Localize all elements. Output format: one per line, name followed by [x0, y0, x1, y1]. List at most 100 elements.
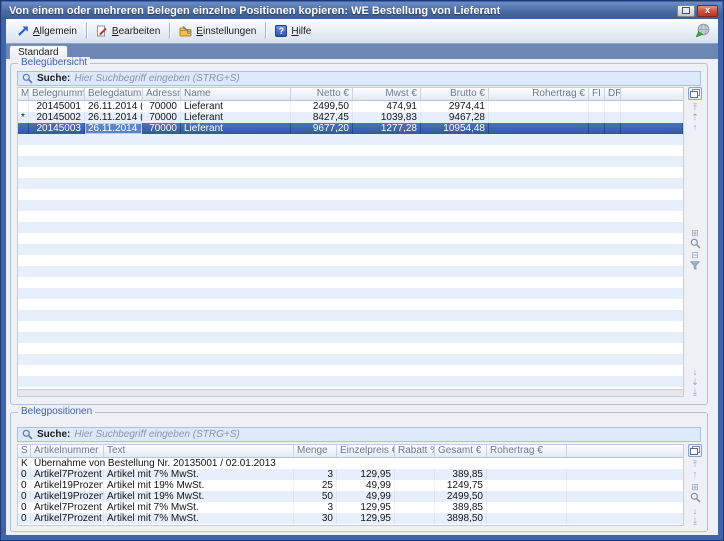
positions-header-row: S Artikelnummer Text Menge Einzelpreis €…: [18, 445, 683, 458]
col-rohertrag[interactable]: Rohertrag €: [489, 88, 589, 100]
positions-row-1[interactable]: 0 Artikel7Prozent Artikel mit 7% MwSt. 3…: [18, 469, 683, 480]
scroll-to-top-button[interactable]: ⤒: [693, 102, 697, 112]
col-gesamt[interactable]: Gesamt €: [435, 445, 487, 457]
col-rohertrag[interactable]: Rohertrag €: [487, 445, 567, 457]
cell-brutto: 2974,41: [421, 101, 489, 112]
row-up-button[interactable]: ↑: [693, 469, 698, 479]
bearbeiten-button[interactable]: Bearbeiten: [91, 23, 165, 39]
cell-rohertrag: [487, 502, 567, 513]
scroll-to-bottom-button[interactable]: ⤓: [693, 387, 697, 397]
page-up-button[interactable]: ⇡: [691, 112, 699, 122]
col-m[interactable]: M: [18, 88, 29, 100]
col-belegdatum[interactable]: Belegdatum: [85, 88, 143, 100]
overview-row-3-selected[interactable]: 20145003 26.11.2014 70000 Lieferant 9677…: [18, 123, 683, 134]
col-s[interactable]: S: [18, 445, 31, 457]
copy-grid-button[interactable]: [688, 444, 702, 457]
grid-search-button[interactable]: [690, 492, 701, 504]
cell-belegdatum: 26.11.2014 (Mi: [85, 112, 143, 123]
cell-mwst: 1039,83: [353, 112, 421, 123]
belegübersicht-group: Belegübersicht Suche: Hier Suchbegriff e…: [10, 63, 708, 405]
positions-search-input[interactable]: Suche: Hier Suchbegriff eingeben (STRG+S…: [17, 427, 701, 442]
hilfe-button[interactable]: ? Hilfe: [270, 23, 316, 39]
col-text[interactable]: Text: [104, 445, 294, 457]
window-controls: x: [677, 5, 722, 17]
col-name[interactable]: Name: [181, 88, 291, 100]
positions-row-4[interactable]: 0 Artikel7Prozent Artikel mit 7% MwSt. 3…: [18, 502, 683, 513]
positions-row-k[interactable]: K Übernahme von Bestellung Nr. 20135001 …: [18, 458, 683, 469]
overview-header-row: M Belegnumme Belegdatum Adressnumm Name …: [18, 88, 683, 101]
copy-icon: [690, 89, 701, 99]
cell-gesamt: 389,85: [435, 469, 487, 480]
col-belegnummer[interactable]: Belegnumme: [29, 88, 85, 100]
cell-dr: [605, 123, 621, 134]
row-down-button[interactable]: ↓: [693, 367, 698, 377]
title-bar: Von einem oder mehreren Belegen einzelne…: [2, 2, 722, 19]
scroll-to-bottom-button[interactable]: ⤓: [693, 516, 697, 526]
col-netto[interactable]: Netto €: [291, 88, 353, 100]
transfer-button[interactable]: [694, 22, 712, 40]
search-label: Suche:: [37, 429, 70, 440]
col-rabatt[interactable]: Rabatt %: [395, 445, 435, 457]
copy-grid-button[interactable]: [688, 87, 702, 100]
allgemein-label: Allgemein: [33, 26, 77, 37]
row-up-button[interactable]: ↑: [693, 122, 698, 132]
allgemein-button[interactable]: Allgemein: [12, 23, 82, 39]
overview-row-2[interactable]: * 20145002 26.11.2014 (Mi 70000 Lieferan…: [18, 112, 683, 123]
cell-belegnummer: 20145002: [29, 112, 85, 123]
toolbar-separator: [86, 23, 87, 39]
col-einzelpreis[interactable]: Einzelpreis €: [337, 445, 395, 457]
row-down-button[interactable]: ↓: [693, 506, 698, 516]
cell-fi: [589, 112, 605, 123]
cell-rohertrag: [489, 112, 589, 123]
page-down-button[interactable]: ⇣: [691, 377, 699, 387]
overview-row-1[interactable]: 20145001 26.11.2014 (Mi 70000 Lieferant …: [18, 101, 683, 112]
col-filler: [621, 88, 683, 100]
overview-search-input[interactable]: Suche: Hier Suchbegriff eingeben (STRG+S…: [17, 71, 701, 86]
scroll-to-top-button[interactable]: ⤒: [693, 459, 697, 469]
close-button[interactable]: x: [697, 5, 718, 17]
positions-row-3[interactable]: 0 Artikel19Prozent Artikel mit 19% MwSt.…: [18, 491, 683, 502]
cell-belegnummer: 20145001: [29, 101, 85, 112]
cell-dr: [605, 101, 621, 112]
grid-settings-button[interactable]: ⊞: [691, 228, 699, 238]
cell-artikelnummer: Artikel7Prozent: [31, 469, 104, 480]
col-adressnummer[interactable]: Adressnumm: [143, 88, 181, 100]
app-window: Von einem oder mehreren Belegen einzelne…: [0, 0, 724, 541]
col-menge[interactable]: Menge: [294, 445, 337, 457]
grid-settings-button[interactable]: ⊞: [691, 482, 699, 492]
cell-s: 0: [18, 502, 31, 513]
cell-netto: 2499,50: [291, 101, 353, 112]
grid-rows-button[interactable]: ⊟: [691, 250, 699, 260]
cell-gesamt: 1249,75: [435, 480, 487, 491]
overview-horizontal-scrollbar[interactable]: [18, 389, 683, 396]
overview-empty-rows: [18, 134, 683, 389]
toolbar-separator: [169, 23, 170, 39]
cell-text: Artikel mit 19% MwSt.: [104, 480, 294, 491]
col-filler: [567, 445, 683, 457]
cell-fi: [589, 123, 605, 134]
col-fi[interactable]: FI: [589, 88, 605, 100]
einstellungen-button[interactable]: Einstellungen: [174, 23, 261, 39]
restore-button[interactable]: [677, 5, 695, 17]
positions-row-5[interactable]: 0 Artikel7Prozent Artikel mit 7% MwSt. 3…: [18, 513, 683, 524]
positions-row-2[interactable]: 0 Artikel19Prozent Artikel mit 19% MwSt.…: [18, 480, 683, 491]
col-brutto[interactable]: Brutto €: [421, 88, 489, 100]
cell-gesamt: 389,85: [435, 502, 487, 513]
cell-m: *: [18, 112, 29, 123]
cell-adressnummer: 70000: [143, 101, 181, 112]
grid-search-button[interactable]: [690, 238, 701, 250]
cell-artikelnummer: Artikel19Prozent: [31, 480, 104, 491]
cell-menge: 50: [294, 491, 337, 502]
close-icon: x: [705, 6, 710, 15]
cell-s: 0: [18, 480, 31, 491]
grid-filter-button[interactable]: [690, 260, 700, 272]
col-mwst[interactable]: Mwst €: [353, 88, 421, 100]
col-artikelnummer[interactable]: Artikelnummer: [31, 445, 104, 457]
belegpositionen-label: Belegpositionen: [18, 406, 95, 418]
cell-dr: [605, 112, 621, 123]
cell-brutto: 9467,28: [421, 112, 489, 123]
edit-document-icon: [96, 25, 108, 37]
cell-text: Artikel mit 19% MwSt.: [104, 491, 294, 502]
col-dr[interactable]: DR: [605, 88, 621, 100]
cell-s: 0: [18, 513, 31, 524]
